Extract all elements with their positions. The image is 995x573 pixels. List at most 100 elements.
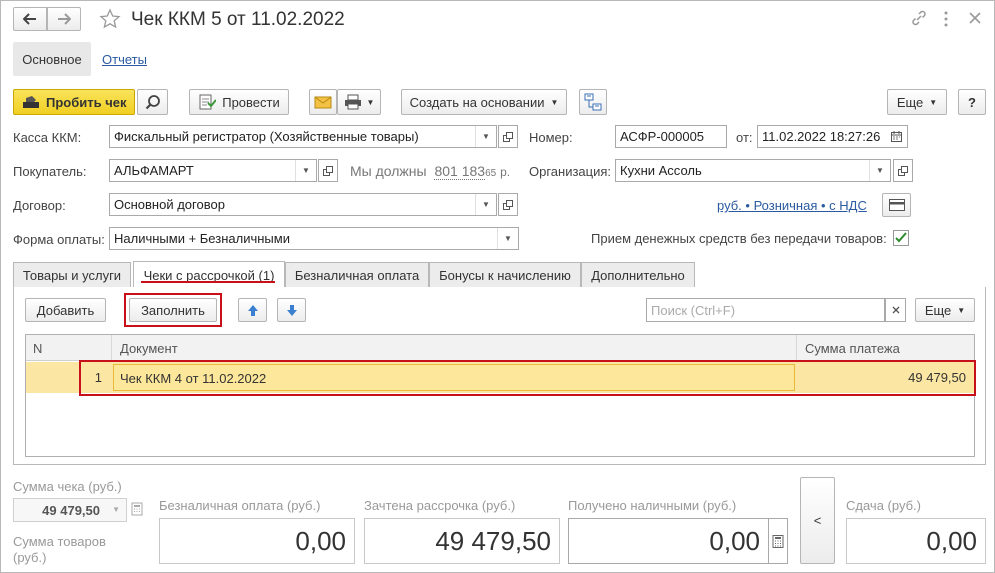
debt-currency: р.	[500, 165, 511, 179]
open-form-icon	[323, 165, 333, 176]
tab-bonuses-label: Бонусы к начислению	[439, 267, 571, 283]
arrow-left-icon	[23, 13, 36, 25]
number-field[interactable]: АСФР-000005	[615, 125, 727, 148]
header-n[interactable]: N	[33, 341, 42, 356]
cashless-value: 0,00	[159, 518, 355, 564]
open-org-button[interactable]	[893, 159, 913, 182]
search-placeholder: Поиск (Ctrl+F)	[651, 302, 736, 318]
print-button[interactable]: ▼	[337, 89, 381, 115]
payment-card-button[interactable]	[882, 193, 911, 217]
chevron-down-icon: ▼	[112, 505, 120, 514]
table-header: N Документ Сумма платежа	[26, 335, 974, 361]
help-label: ?	[968, 94, 976, 110]
payment-value: Наличными + Безналичными	[114, 231, 290, 246]
cash-label: Получено наличными (руб.)	[568, 498, 737, 513]
check-sum-value: 49 479,50	[42, 502, 100, 518]
post-label: Провести	[222, 94, 280, 110]
tab-installments[interactable]: Чеки с рассрочкой (1)	[133, 261, 285, 288]
window-title: Чек ККМ 5 от 11.02.2022	[131, 9, 345, 30]
chevron-down-icon[interactable]: ▼	[497, 228, 518, 249]
collapse-button[interactable]: <	[800, 477, 835, 564]
open-buyer-button[interactable]	[318, 159, 338, 182]
debt-amount[interactable]: 801 183	[434, 163, 486, 180]
installment-value: 49 479,50	[364, 518, 560, 564]
payment-field[interactable]: Наличными + Безналичными ▼	[109, 227, 519, 250]
print-check-label: Пробить чек	[46, 94, 127, 110]
post-button[interactable]: Провести	[189, 89, 289, 115]
table-more-button[interactable]: Еще ▼	[915, 298, 975, 322]
open-form-icon	[898, 165, 908, 176]
chevron-down-icon: ▼	[957, 305, 966, 315]
tab-main[interactable]: Основное	[13, 42, 91, 76]
chevron-down-icon[interactable]: ▼	[869, 160, 890, 181]
move-up-button[interactable]	[238, 298, 267, 322]
change-label: Сдача (руб.)	[846, 498, 921, 513]
buyer-value: АЛЬФАМАРТ	[114, 163, 194, 178]
arrow-up-icon	[247, 304, 258, 316]
chevron-down-icon[interactable]: ▼	[475, 126, 496, 147]
chevron-down-icon[interactable]: ▼	[475, 194, 496, 215]
print-check-button[interactable]: Пробить чек	[13, 89, 135, 115]
close-icon	[892, 306, 899, 314]
price-settings-link[interactable]: руб. • Розничная • с НДС	[717, 198, 867, 213]
tab-goods-label: Товары и услуги	[22, 267, 122, 283]
cash-calculator-button[interactable]	[769, 518, 788, 564]
buyer-field[interactable]: АЛЬФАМАРТ ▼	[109, 159, 317, 182]
more-button[interactable]: Еще ▼	[887, 89, 947, 115]
contract-field[interactable]: Основной договор ▼	[109, 193, 497, 216]
search-input[interactable]: Поиск (Ctrl+F)	[646, 298, 885, 322]
tab-cashless[interactable]: Безналичная оплата	[285, 262, 429, 287]
kassa-field[interactable]: Фискальный регистратор (Хозяйственные то…	[109, 125, 497, 148]
org-field[interactable]: Кухни Ассоль ▼	[615, 159, 891, 182]
receipt-label: Прием денежных средств без передачи това…	[591, 231, 887, 246]
receipt-checkbox[interactable]	[893, 230, 909, 246]
org-value: Кухни Ассоль	[620, 163, 702, 178]
tab-goods[interactable]: Товары и услуги	[13, 262, 131, 287]
email-button[interactable]	[309, 89, 337, 115]
more-label: Еще	[896, 94, 924, 110]
calendar-icon[interactable]	[886, 126, 907, 147]
open-contract-button[interactable]	[498, 193, 518, 216]
header-amount[interactable]: Сумма платежа	[805, 341, 900, 356]
back-button[interactable]	[13, 7, 47, 31]
chevron-down-icon: ▼	[550, 97, 559, 107]
number-label: Номер:	[529, 130, 573, 145]
forward-button[interactable]	[47, 7, 81, 31]
tab-additional[interactable]: Дополнительно	[581, 262, 695, 287]
date-value: 11.02.2022 18:27:26	[762, 129, 881, 144]
row-highlight	[79, 360, 976, 396]
link-icon[interactable]	[910, 9, 928, 27]
chevron-down-icon[interactable]: ▼	[295, 160, 316, 181]
create-based-button[interactable]: Создать на основании ▼	[401, 89, 567, 115]
fill-button[interactable]: Заполнить	[129, 298, 217, 322]
checkmark-icon	[895, 232, 907, 243]
payment-label: Форма оплаты:	[13, 232, 105, 247]
add-button[interactable]: Добавить	[25, 298, 106, 322]
menu-dots-icon[interactable]	[943, 10, 949, 28]
tab-reports[interactable]: Отчеты	[102, 52, 147, 67]
tab-additional-label: Дополнительно	[591, 267, 685, 283]
close-icon[interactable]	[968, 11, 982, 25]
header-document[interactable]: Документ	[120, 341, 178, 356]
move-down-button[interactable]	[277, 298, 306, 322]
post-document-icon	[199, 94, 217, 110]
card-icon	[888, 199, 905, 211]
check-preview-button[interactable]	[137, 89, 168, 115]
header-divider	[111, 335, 112, 361]
cash-field[interactable]: 0,00	[568, 518, 769, 564]
tab-bonuses[interactable]: Бонусы к начислению	[429, 262, 581, 287]
cashless-label: Безналичная оплата (руб.)	[159, 498, 321, 513]
clear-search-button[interactable]	[885, 298, 906, 322]
calculator-icon	[772, 534, 784, 548]
goods-sum-label: Сумма товаров (руб.)	[13, 534, 123, 566]
structure-button[interactable]	[579, 89, 607, 115]
goods-sum-label-text: Сумма товаров (руб.)	[13, 534, 106, 565]
favorite-star-icon[interactable]	[99, 8, 121, 30]
contract-value: Основной договор	[114, 197, 225, 212]
date-label: от:	[736, 130, 753, 145]
help-button[interactable]: ?	[958, 89, 986, 115]
open-kassa-button[interactable]	[498, 125, 518, 148]
chevron-down-icon: ▼	[366, 97, 375, 107]
calculator-icon[interactable]	[130, 502, 144, 516]
date-field[interactable]: 11.02.2022 18:27:26	[757, 125, 908, 148]
